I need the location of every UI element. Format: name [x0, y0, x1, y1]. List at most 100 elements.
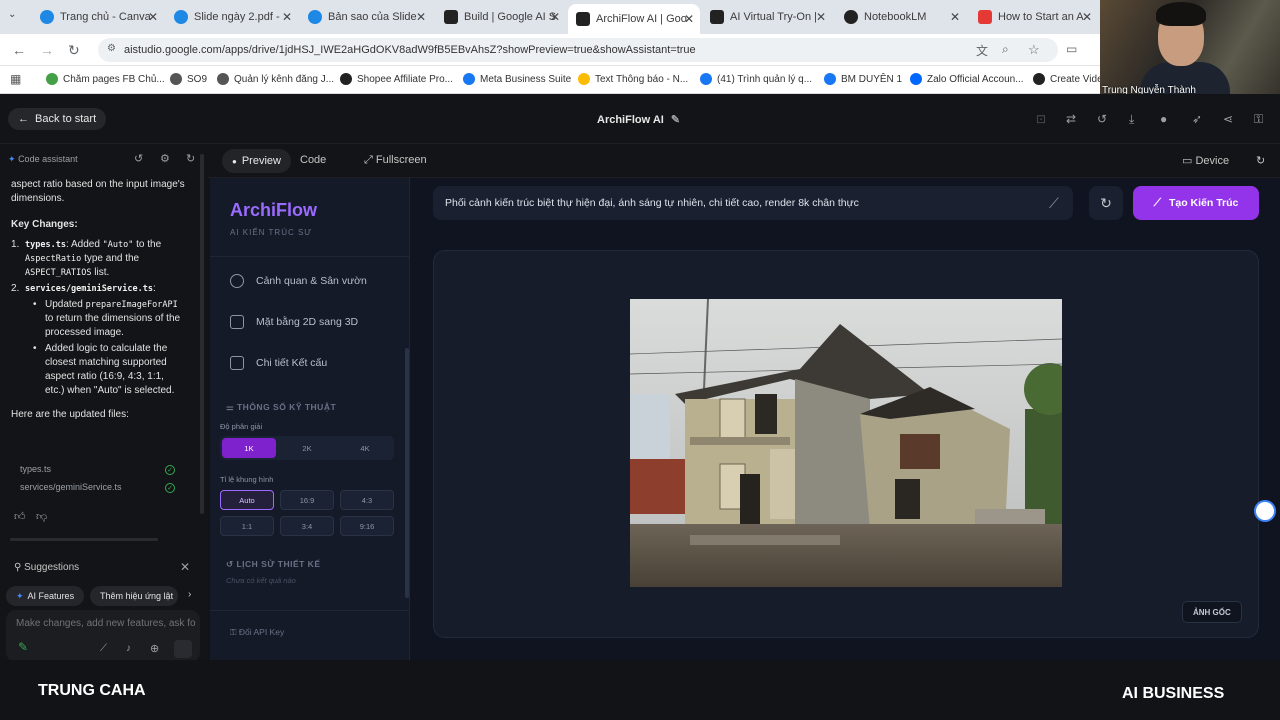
close-icon[interactable]: ✕ [950, 10, 960, 24]
site-info-icon[interactable]: ⚙ [107, 43, 116, 54]
prompt-input[interactable]: Phối cảnh kiến trúc biệt thự hiện đại, á… [433, 186, 1073, 220]
history-icon[interactable]: ↺ [134, 152, 143, 165]
resolution-label: Độ phân giải [220, 422, 263, 431]
thumbs-up-icon[interactable]: 👍︎ [14, 510, 26, 523]
close-icon[interactable]: ✕ [282, 10, 292, 24]
history-icon[interactable]: ↺ [1097, 112, 1107, 126]
bookmark-item[interactable]: SO9 [170, 73, 207, 85]
compare-icon[interactable]: ⇄ [1066, 112, 1076, 126]
thumbs-down-icon[interactable]: 👎︎ [36, 510, 47, 523]
nav-structure[interactable]: Chi tiết Kết cấu [230, 356, 327, 370]
suggestion-chip[interactable]: ✦ AI Features [6, 586, 85, 606]
browser-tab[interactable]: Slide ngày 2.pdf - ✕ [166, 4, 298, 30]
aspect-1-1[interactable]: 1:1 [220, 516, 274, 536]
refresh-button[interactable]: ↻ [1089, 186, 1123, 220]
save-icon[interactable]: ⊡ [1036, 112, 1046, 126]
apps-grid-icon[interactable]: ▦ [10, 72, 21, 86]
bookmark-item[interactable]: Create Vide [1033, 73, 1103, 85]
horizontal-scrollbar[interactable] [10, 538, 158, 541]
close-icon[interactable]: ✕ [416, 10, 426, 24]
forward-arrow-icon[interactable]: → [40, 42, 54, 58]
suggestion-chip[interactable]: Thêm hiệu ứng lật [90, 586, 178, 606]
browser-tab[interactable]: How to Start an A ✕ [970, 4, 1098, 30]
bookmark-item[interactable]: Chăm pages FB Chủ... [46, 73, 165, 85]
meta-icon [700, 73, 712, 85]
github-icon[interactable]: ● [1160, 112, 1167, 126]
deploy-rocket-icon[interactable]: ➶ [1192, 112, 1202, 126]
updated-files-label: Here are the updated files: [11, 409, 129, 420]
reload-preview-icon[interactable]: ↻ [1256, 154, 1265, 167]
send-button[interactable] [174, 640, 192, 658]
bookmark-item[interactable]: Zalo Official Accoun... [910, 73, 1024, 85]
nav-landscape[interactable]: Cảnh quan & Sân vườn [230, 274, 367, 288]
browser-tab[interactable]: Bản sao của Slide ✕ [300, 4, 432, 30]
bookmark-item[interactable]: Quản lý kênh đăng J... [217, 73, 334, 85]
floating-assistant-button[interactable] [1254, 500, 1276, 522]
bookmark-star-icon[interactable]: ☆ [1028, 42, 1040, 58]
url-field[interactable]: ⚙ aistudio.google.com/apps/drive/1jdHSJ_… [98, 38, 1058, 62]
zoom-icon[interactable]: ⌕ [1002, 42, 1009, 57]
aistudio-icon [576, 12, 590, 26]
close-icon[interactable]: ✕ [684, 12, 694, 26]
file-link[interactable]: services/geminiService.ts [20, 482, 122, 492]
magic-wand-icon[interactable]: ⟋ [1049, 195, 1059, 212]
file-link[interactable]: types.ts [20, 464, 51, 474]
archiflow-logo: ArchiFlow [230, 200, 318, 220]
device-button[interactable]: ▭ Device [1182, 154, 1229, 167]
tab-search-icon[interactable]: ⌄ [8, 9, 16, 20]
extension-icon[interactable]: ▭ [1066, 42, 1077, 56]
bookmark-item[interactable]: Shopee Affiliate Pro... [340, 73, 453, 85]
drive-icon [174, 10, 188, 24]
bookmark-item[interactable]: (41) Trình quản lý q... [700, 73, 812, 85]
bookmark-item[interactable]: BM DUYÊN 1 [824, 73, 902, 85]
sidebar-scrollbar[interactable] [405, 348, 409, 598]
back-arrow-icon[interactable]: ← [12, 42, 26, 58]
close-icon[interactable]: ✕ [816, 10, 826, 24]
settings-gear-icon[interactable]: ⚙ [160, 152, 170, 165]
aspect-3-4[interactable]: 3:4 [280, 516, 334, 536]
magic-wand-icon[interactable]: ⟋ [100, 643, 107, 654]
download-icon[interactable]: ⤓ [1129, 112, 1134, 127]
history-heading: ↺ LỊCH SỬ THIẾT KẾ [226, 559, 321, 569]
resolution-1k[interactable]: 1K [222, 438, 276, 458]
brush-icon[interactable]: ✎ [18, 640, 28, 654]
close-icon[interactable]: ✕ [550, 10, 560, 24]
chat-input[interactable]: Make changes, add new features, ask for … [6, 610, 200, 660]
aspect-16-9[interactable]: 16:9 [280, 490, 334, 510]
browser-tab[interactable]: NotebookLM ✕ [836, 4, 966, 30]
aspect-9-16[interactable]: 9:16 [340, 516, 394, 536]
resolution-2k[interactable]: 2K [280, 438, 334, 458]
browser-tab[interactable]: Trang chủ - Canva ✕ [32, 4, 164, 30]
aspect-4-3[interactable]: 4:3 [340, 490, 394, 510]
browser-tab-active[interactable]: ArchiFlow AI | Goo ✕ [568, 4, 700, 34]
share-icon[interactable]: ⋖ [1223, 112, 1233, 126]
refresh-icon[interactable]: ↻ [186, 152, 195, 165]
tab-preview[interactable]: ● Preview [222, 149, 291, 173]
microphone-icon[interactable]: ♪ [126, 643, 131, 654]
notebooklm-icon [844, 10, 858, 24]
chevron-right-icon[interactable]: › [188, 589, 191, 600]
generate-architecture-button[interactable]: ⟋ Tạo Kiến Trúc [1133, 186, 1259, 220]
message-text: aspect ratio based on the input image's … [11, 179, 185, 204]
bookmark-item[interactable]: Text Thông báo - N... [578, 73, 688, 85]
resolution-4k[interactable]: 4K [338, 438, 392, 458]
browser-tab[interactable]: Build | Google AI S ✕ [436, 4, 566, 30]
vertical-scrollbar[interactable] [200, 154, 204, 514]
back-to-start-button[interactable]: ← Back to start [8, 108, 107, 130]
tab-code[interactable]: Code [300, 154, 326, 166]
key-icon[interactable]: ⚿ [1254, 112, 1263, 127]
add-icon[interactable]: ⊕ [150, 642, 159, 655]
nav-2d-to-3d[interactable]: Mặt bằng 2D sang 3D [230, 315, 358, 329]
fullscreen-button[interactable]: ⤢ Fullscreen [364, 154, 427, 167]
close-icon[interactable]: ✕ [1082, 10, 1092, 24]
edit-pencil-icon[interactable]: ✎ [671, 114, 680, 126]
change-api-key-button[interactable]: ⚿ Đổi API Key [230, 627, 284, 638]
browser-tab[interactable]: AI Virtual Try-On | ✕ [702, 4, 832, 30]
close-icon[interactable]: ✕ [180, 560, 190, 574]
bookmark-item[interactable]: Meta Business Suite [463, 73, 571, 85]
close-icon[interactable]: ✕ [148, 10, 158, 24]
translate-icon[interactable]: 文 [976, 42, 988, 59]
reload-icon[interactable]: ↻ [68, 42, 80, 59]
aspect-auto[interactable]: Auto [220, 490, 274, 510]
slides-icon [308, 10, 322, 24]
